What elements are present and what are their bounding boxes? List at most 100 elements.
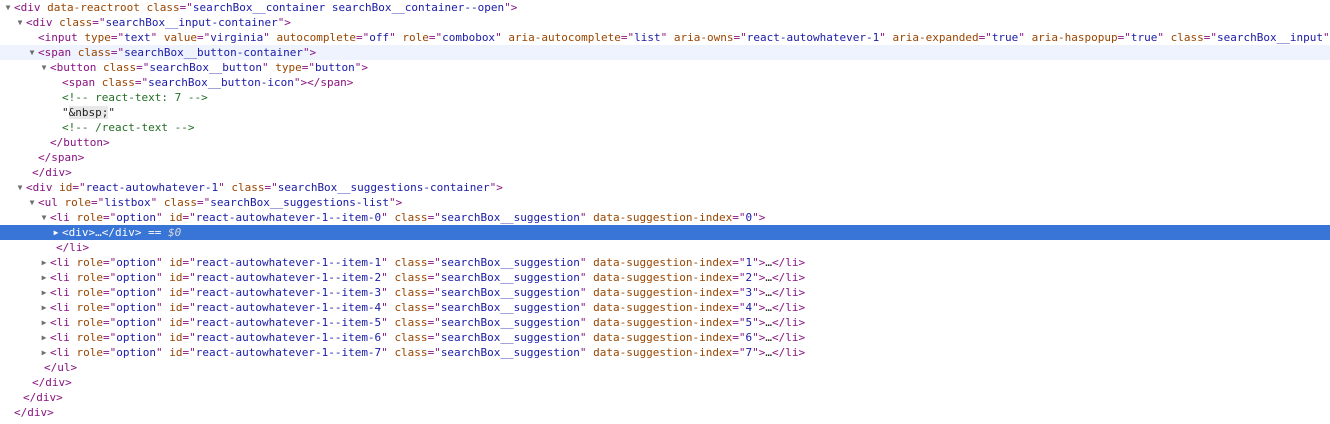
expand-triangle-right-icon[interactable]: ▶ [39,345,49,360]
token-val: searchBox__input-container [105,16,278,29]
dom-node-line[interactable]: <!-- /react-text --> [0,120,1330,135]
token-attr: role [64,196,92,209]
token-tag: "> [752,331,766,344]
token-tag: </div> [14,406,54,419]
token-tag: =" [182,346,196,359]
token-tag: </div> [23,391,63,404]
dom-node-line[interactable]: </div> [0,165,1330,180]
token-tag: <li [50,346,77,359]
token-attr: class [394,286,428,299]
expand-triangle-right-icon[interactable]: ▶ [39,300,49,315]
token-tag: =" [182,301,196,314]
expand-triangle-right-icon[interactable]: ▶ [39,270,49,285]
dom-node-line[interactable]: <span class="searchBox__button-icon"></s… [0,75,1330,90]
dom-node-line[interactable]: ▼ <span class="searchBox__button-containe… [0,45,1330,60]
expand-triangle-down-icon[interactable]: ▼ [15,180,25,195]
token-attr: type [84,31,111,44]
dom-node-line[interactable]: ▶ <li role="option" id="react-autowhateve… [0,315,1330,330]
token-val: option [116,316,156,329]
expand-triangle-right-icon[interactable]: ▶ [39,255,49,270]
token-tag: =" [182,211,196,224]
dom-node-line[interactable]: ▼ <ul role="listbox" class="searchBox__su… [0,195,1330,210]
token-attr: aria-autocomplete [508,31,621,44]
token-val: option [116,346,156,359]
token-tag: <div [14,1,48,14]
token-tag: <li [50,271,77,284]
token-val: list [634,31,661,44]
dom-node-line[interactable]: <!-- react-text: 7 --> [0,90,1330,105]
dom-node-text: <span class="searchBox__button-container… [38,45,316,60]
token-attr: role [402,31,429,44]
token-attr: class [394,271,428,284]
expand-triangle-down-icon[interactable]: ▼ [27,45,37,60]
token-val: searchBox__suggestion [440,331,580,344]
token-tag: =" [427,301,441,314]
token-attr: id [59,181,73,194]
token-ell: … [765,346,772,359]
expand-triangle-down-icon[interactable]: ▼ [39,210,49,225]
token-attr: value [163,31,197,44]
dom-node-line[interactable]: ▶ <div>…</div> == $0 [0,225,1330,240]
token-ell: … [765,256,772,269]
expand-triangle-right-icon[interactable]: ▶ [39,285,49,300]
dom-node-line[interactable]: ▼ <div data-reactroot class="searchBox__c… [0,0,1330,15]
expand-triangle-down-icon[interactable]: ▼ [27,195,37,210]
dom-node-line[interactable]: ▼ <li role="option" id="react-autowhateve… [0,210,1330,225]
dom-node-line[interactable]: ▼ <div id="react-autowhatever-1" class="s… [0,180,1330,195]
token-ell: … [765,271,772,284]
token-val: react-autowhatever-1--item-3 [195,286,382,299]
dom-node-line[interactable]: ▶ <li role="option" id="react-autowhateve… [0,285,1330,300]
token-tag: "></span> [293,76,354,89]
dom-node-line[interactable]: ▼ <button class="searchBox__button" type=… [0,60,1330,75]
dom-node-line[interactable]: </ul> [0,360,1330,375]
dom-node-line[interactable]: ▶ <li role="option" id="react-autowhateve… [0,255,1330,270]
token-tag: " [156,331,170,344]
token-ell: … [765,301,772,314]
token-tag: " [156,301,170,314]
token-tag: <li [50,286,77,299]
expand-triangle-down-icon[interactable]: ▼ [3,0,13,15]
token-tag: " [156,286,170,299]
dom-node-line[interactable]: ▶ <li role="option" id="react-autowhateve… [0,330,1330,345]
dom-node-line[interactable]: ▶ <li role="option" id="react-autowhateve… [0,300,1330,315]
dom-node-line[interactable]: ▶ <li role="option" id="react-autowhateve… [0,270,1330,285]
expand-triangle-down-icon[interactable]: ▼ [39,60,49,75]
token-val: searchBox__suggestions-list [210,196,390,209]
token-tag: =" [1117,31,1131,44]
dom-node-text: </div> [32,375,72,390]
dom-node-text: <li role="option" id="react-autowhatever… [50,210,765,225]
token-tag: " [381,256,395,269]
dom-node-line[interactable]: </div> [0,390,1330,405]
dom-node-line[interactable]: </li> [0,240,1330,255]
token-tag: " [381,286,395,299]
dom-node-line[interactable]: </button> [0,135,1330,150]
token-ell: … [765,286,772,299]
token-txt: " [108,106,115,119]
token-tag: =" [428,31,443,44]
token-attr: id [169,211,183,224]
token-attr: data-suggestion-index [593,211,733,224]
token-nbsp: &nbsp; [68,106,109,119]
dom-node-line[interactable]: </div> [0,375,1330,390]
dom-node-text: <li role="option" id="react-autowhatever… [50,285,805,300]
dom-node-line[interactable]: "&nbsp;" [0,105,1330,120]
dom-node-line[interactable]: </div> [0,405,1330,420]
expand-triangle-right-icon[interactable]: ▶ [39,315,49,330]
expand-triangle-down-icon[interactable]: ▼ [15,15,25,30]
token-tag: " [261,61,276,74]
token-tag: " [879,31,893,44]
token-tag: =" [733,31,747,44]
token-tag: =" [103,256,117,269]
expand-triangle-right-icon[interactable]: ▶ [39,330,49,345]
dom-node-line[interactable]: </span> [0,150,1330,165]
token-tag: =" [182,256,196,269]
token-tag: "> [752,256,766,269]
token-tag: </div> [32,166,72,179]
dom-node-line[interactable]: ▼ <div class="searchBox__input-container"… [0,15,1330,30]
token-tag: "> [277,16,291,29]
dom-node-line[interactable]: <input type="text" value="virginia" auto… [0,30,1330,45]
token-attr: data-suggestion-index [593,331,733,344]
token-val: option [116,211,156,224]
expand-triangle-right-icon[interactable]: ▶ [51,225,61,240]
dom-node-line[interactable]: ▶ <li role="option" id="react-autowhateve… [0,345,1330,360]
